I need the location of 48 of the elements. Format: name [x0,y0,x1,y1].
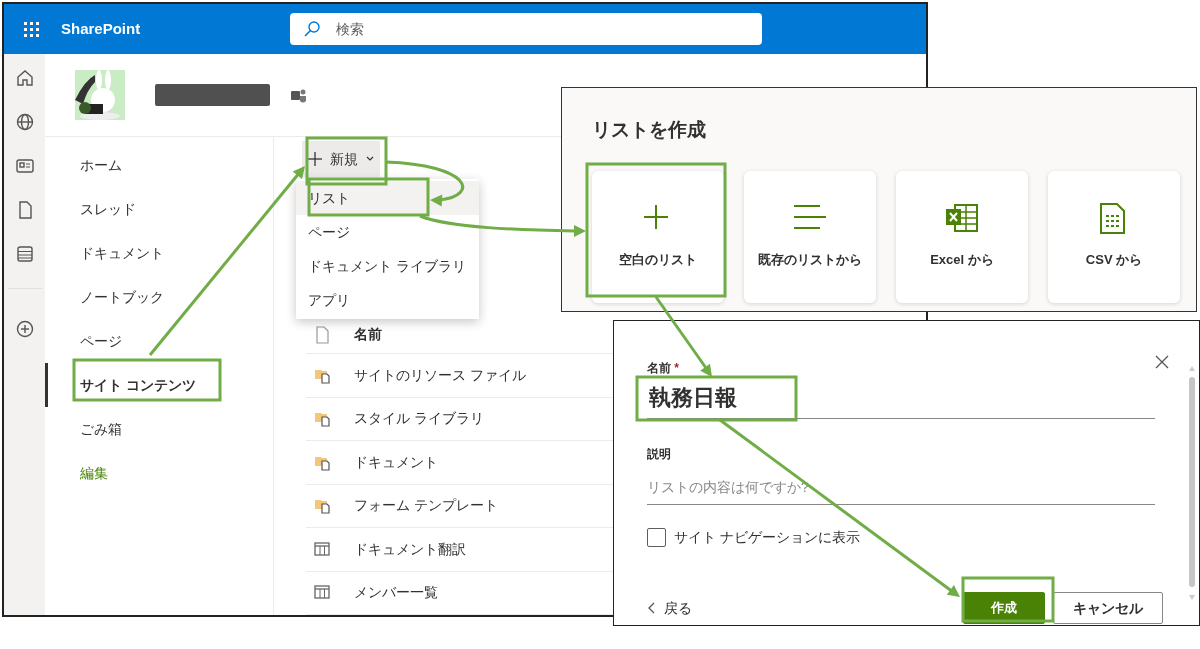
nav-item[interactable]: スレッド [45,187,273,231]
table-icon [314,540,330,558]
list-option-card[interactable]: Excel から [896,170,1028,303]
news-icon[interactable] [14,156,35,176]
menu-item[interactable]: ドキュメント ライブラリ [296,249,479,283]
search-icon [304,21,321,37]
library-icon [314,497,330,515]
cancel-button[interactable]: キャンセル [1053,592,1163,624]
spreadsheet-icon [946,203,978,235]
nav-item[interactable]: ノートブック [45,275,273,319]
globe-icon[interactable] [14,112,35,132]
list-option-card[interactable]: 既存のリストから [744,170,876,303]
library-icon [314,410,330,428]
search-field[interactable]: 検索 [290,13,763,45]
close-icon [1155,355,1169,370]
app-title[interactable]: SharePoint [61,17,141,41]
add-icon[interactable] [14,319,35,339]
menu-item[interactable]: アプリ [296,283,479,317]
list-option-card[interactable]: 空白のリスト [592,170,724,303]
table-cell[interactable]: ドキュメント [354,451,438,473]
nav-item[interactable]: ドキュメント [45,231,273,275]
back-link[interactable]: 戻る [647,597,692,619]
nav-item[interactable]: ホーム [45,143,273,187]
table-cell[interactable]: フォーム テンプレート [354,495,498,517]
menu-item[interactable]: ページ [296,215,479,249]
caret-icon [366,156,374,162]
app-launcher-icon[interactable] [24,21,39,37]
list-option-card[interactable]: CSV から [1048,170,1180,303]
chevron-left-icon [647,602,656,614]
table-cell[interactable]: ドキュメント翻訳 [354,538,466,560]
new-button[interactable]: 新規 [302,141,380,177]
checkbox[interactable] [647,528,666,547]
column-header[interactable]: 名前 [354,324,382,345]
plus-icon [308,152,322,166]
nav-item[interactable]: ごみ箱 [45,407,273,451]
list-icon[interactable] [14,244,35,264]
table-cell[interactable]: サイトのリソース ファイル [354,364,526,386]
table-cell[interactable]: メンバー一覧 [354,582,438,604]
edit-link[interactable]: 編集 [45,451,273,495]
nav-item[interactable]: ページ [45,319,273,363]
table-cell[interactable]: スタイル ライブラリ [354,408,484,430]
field-label: 名前 * [647,360,680,377]
panel-title: リストを作成 [592,118,707,142]
file-icon [314,325,330,344]
table-icon [314,584,330,602]
home-icon[interactable] [14,68,35,88]
checkbox-label[interactable]: サイト ナビゲーションに表示 [674,527,860,548]
field-label: 説明 [647,446,672,463]
